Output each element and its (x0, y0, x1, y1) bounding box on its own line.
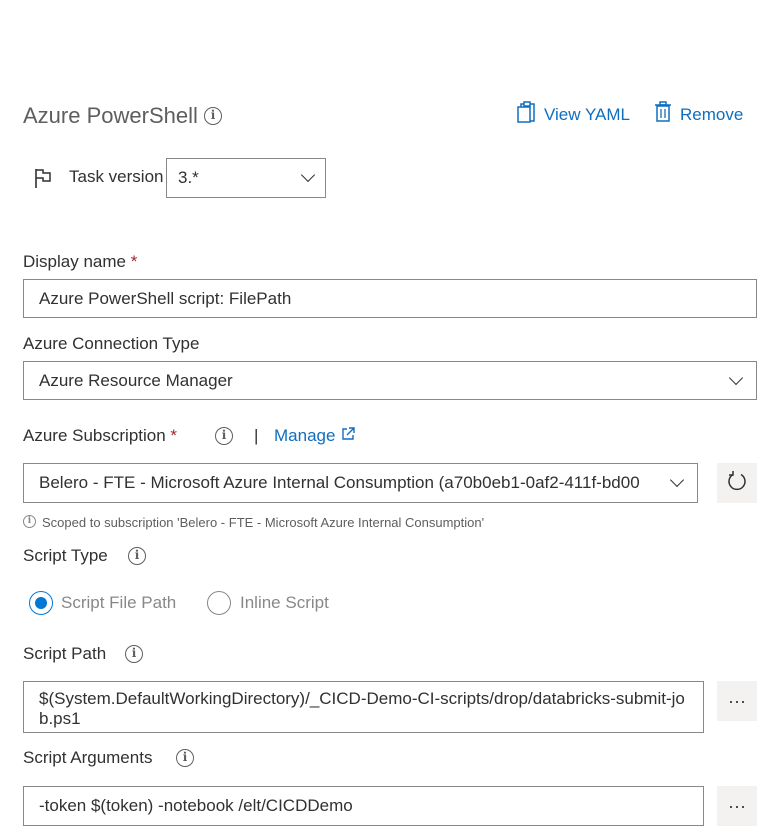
task-version-dropdown[interactable]: 3.* (166, 158, 326, 198)
display-name-label-text: Display name (23, 252, 126, 271)
more-icon: ··· (728, 690, 746, 711)
info-icon: i (23, 515, 36, 528)
task-version-label: Task version (69, 167, 164, 186)
refresh-icon (726, 470, 748, 497)
info-icon[interactable]: i (215, 427, 233, 445)
trash-icon (654, 101, 672, 128)
script-type-label: Script Type (23, 546, 108, 565)
display-name-value: Azure PowerShell script: FilePath (39, 288, 292, 308)
scope-note: Scoped to subscription 'Belero - FTE - M… (42, 515, 485, 530)
info-icon[interactable]: i (204, 107, 222, 125)
edit-arguments-button[interactable]: ··· (717, 786, 757, 826)
clipboard-icon (516, 101, 536, 128)
connection-type-label: Azure Connection Type (23, 334, 200, 353)
view-yaml-button[interactable]: View YAML (516, 101, 630, 128)
subscription-label-text: Azure Subscription (23, 426, 166, 445)
radio-script-file-path[interactable]: Script File Path (29, 591, 176, 615)
subscription-value: Belero - FTE - Microsoft Azure Internal … (39, 473, 640, 492)
script-arguments-value: -token $(token) -notebook /elt/CICDDemo (39, 796, 353, 815)
refresh-button[interactable] (717, 463, 757, 503)
manage-link[interactable]: Manage (274, 426, 356, 446)
radio-inline-script[interactable]: Inline Script (207, 591, 329, 615)
script-path-input[interactable]: $(System.DefaultWorkingDirectory)/_CICD-… (23, 681, 704, 733)
script-arguments-label: Script Arguments (23, 748, 153, 767)
connection-type-dropdown[interactable]: Azure Resource Manager (23, 361, 757, 400)
task-version-value: 3.* (178, 168, 199, 187)
subscription-label: Azure Subscription * (23, 426, 177, 446)
view-yaml-label: View YAML (544, 104, 630, 124)
radio-label: Inline Script (240, 593, 329, 612)
separator: | (254, 426, 259, 445)
external-link-icon (341, 426, 356, 446)
manage-label: Manage (274, 426, 336, 445)
info-icon[interactable]: i (125, 645, 143, 663)
script-path-label: Script Path (23, 644, 107, 663)
display-name-label: Display name * (23, 252, 137, 272)
radio-label: Script File Path (61, 593, 177, 612)
flag-icon (33, 167, 53, 194)
connection-type-value: Azure Resource Manager (39, 370, 233, 390)
info-icon[interactable]: i (176, 749, 194, 767)
chevron-down-icon (669, 472, 685, 488)
chevron-down-icon (728, 370, 744, 385)
script-arguments-input[interactable]: -token $(token) -notebook /elt/CICDDemo (23, 786, 704, 826)
display-name-input[interactable]: Azure PowerShell script: FilePath (23, 279, 757, 318)
required-mark: * (170, 426, 178, 445)
task-title: Azure PowerShell (23, 103, 198, 128)
remove-button[interactable]: Remove (654, 101, 743, 128)
radio-unchecked-icon (207, 591, 231, 615)
script-path-value: $(System.DefaultWorkingDirectory)/_CICD-… (39, 689, 685, 728)
required-mark: * (130, 252, 138, 271)
more-icon: ··· (728, 795, 746, 816)
chevron-down-icon (300, 167, 316, 183)
subscription-dropdown[interactable]: Belero - FTE - Microsoft Azure Internal … (23, 463, 698, 503)
remove-label: Remove (680, 104, 744, 124)
radio-checked-icon (29, 591, 53, 615)
info-icon[interactable]: i (128, 547, 146, 565)
browse-script-path-button[interactable]: ··· (717, 681, 757, 721)
